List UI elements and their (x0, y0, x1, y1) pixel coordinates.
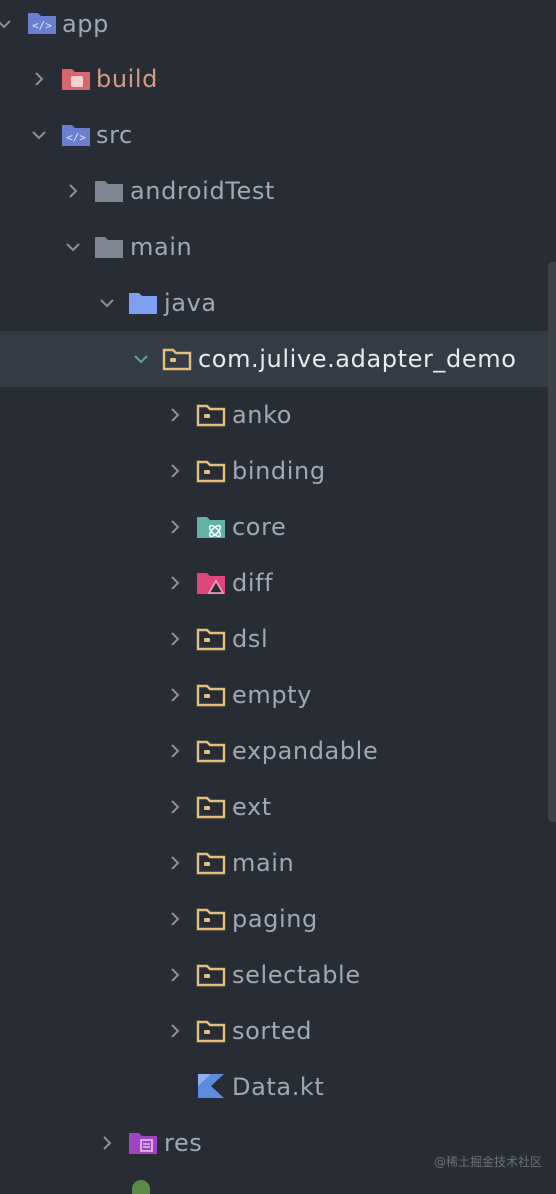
tree-row-diff[interactable]: diff (0, 555, 548, 611)
chevron-right-icon[interactable] (165, 1021, 185, 1041)
module-folder-icon: </> (61, 121, 91, 147)
tree-row-ext[interactable]: ext (0, 779, 548, 835)
tree-row-java[interactable]: java (0, 275, 548, 331)
tree-row-core[interactable]: core (0, 499, 548, 555)
tree-row-paging[interactable]: paging (0, 891, 548, 947)
tree-row-package-root[interactable]: com.julive.adapter_demo (0, 331, 548, 387)
tree-row-androidTest[interactable]: androidTest (0, 163, 548, 219)
package-icon (196, 457, 226, 483)
chevron-right-icon[interactable] (165, 517, 185, 537)
tree-label: binding (232, 457, 326, 485)
tree-row-dsl[interactable]: dsl (0, 611, 548, 667)
chevron-down-icon[interactable] (97, 293, 117, 313)
package-icon (196, 625, 226, 651)
resources-folder-icon (128, 1129, 158, 1155)
package-icon (196, 401, 226, 427)
watermark: @稀土掘金技术社区 (433, 1155, 542, 1169)
folder-icon (94, 177, 124, 203)
chevron-right-icon[interactable] (165, 741, 185, 761)
tree-label: diff (232, 569, 274, 597)
tree-row-build[interactable]: build (0, 51, 548, 107)
tree-label: com.julive.adapter_demo (198, 345, 517, 373)
package-icon (196, 961, 226, 987)
tree-row-app[interactable]: </> app (0, 0, 548, 52)
tree-row-data-kt[interactable]: Data.kt (0, 1059, 548, 1115)
chevron-right-icon[interactable] (165, 405, 185, 425)
tree-label: Data.kt (232, 1073, 325, 1101)
tree-row-main-package[interactable]: main (0, 835, 548, 891)
excluded-folder-icon (61, 65, 91, 91)
tree-label: anko (232, 401, 293, 429)
tree-label: dsl (232, 625, 269, 653)
project-tree: </> app build </> src androidTest main j… (0, 0, 556, 1194)
chevron-down-icon[interactable] (29, 125, 49, 145)
chevron-right-icon[interactable] (29, 69, 49, 89)
tree-row-binding[interactable]: binding (0, 443, 548, 499)
chevron-right-icon[interactable] (165, 797, 185, 817)
tree-label: res (164, 1129, 203, 1157)
tree-label: expandable (232, 737, 379, 765)
kotlin-file-icon (196, 1073, 226, 1099)
package-icon (196, 793, 226, 819)
tree-row-expandable[interactable]: expandable (0, 723, 548, 779)
tree-row-empty[interactable]: empty (0, 667, 548, 723)
tree-label: core (232, 513, 287, 541)
chevron-down-icon[interactable] (0, 14, 14, 34)
tree-row-selectable[interactable]: selectable (0, 947, 548, 1003)
package-icon (196, 905, 226, 931)
svg-text:</>: </> (66, 131, 86, 144)
tree-label: androidTest (130, 177, 275, 205)
tree-label: ext (232, 793, 272, 821)
core-package-icon (196, 513, 226, 539)
tree-label: empty (232, 681, 312, 709)
chevron-right-icon[interactable] (165, 685, 185, 705)
tree-row-anko[interactable]: anko (0, 387, 548, 443)
folder-icon (94, 233, 124, 259)
tree-row-main[interactable]: main (0, 219, 548, 275)
android-icon (132, 1180, 150, 1194)
svg-text:</>: </> (32, 19, 52, 32)
module-folder-icon: </> (27, 9, 57, 35)
vertical-scrollbar[interactable] (548, 262, 556, 822)
chevron-right-icon[interactable] (165, 853, 185, 873)
tree-row-sorted[interactable]: sorted (0, 1003, 548, 1059)
tree-label: sorted (232, 1017, 313, 1045)
chevron-right-icon[interactable] (165, 573, 185, 593)
tree-label: app (62, 10, 109, 38)
package-icon (162, 345, 192, 371)
chevron-right-icon[interactable] (165, 965, 185, 985)
chevron-right-icon[interactable] (63, 181, 83, 201)
package-icon (196, 737, 226, 763)
tree-label: main (130, 233, 193, 261)
tree-label: paging (232, 905, 318, 933)
package-icon (196, 1017, 226, 1043)
tree-row-src[interactable]: </> src (0, 107, 548, 163)
diff-package-icon (196, 569, 226, 595)
chevron-right-icon[interactable] (165, 629, 185, 649)
chevron-down-icon[interactable] (63, 237, 83, 257)
chevron-right-icon[interactable] (165, 461, 185, 481)
package-icon (196, 681, 226, 707)
tree-label: main (232, 849, 295, 877)
tree-label: selectable (232, 961, 361, 989)
chevron-right-icon[interactable] (97, 1133, 117, 1153)
package-icon (196, 849, 226, 875)
chevron-right-icon[interactable] (165, 909, 185, 929)
chevron-down-icon[interactable] (131, 349, 151, 369)
source-folder-icon (128, 289, 158, 315)
tree-label: src (96, 121, 133, 149)
tree-label: java (164, 289, 217, 317)
tree-label: build (96, 65, 159, 93)
